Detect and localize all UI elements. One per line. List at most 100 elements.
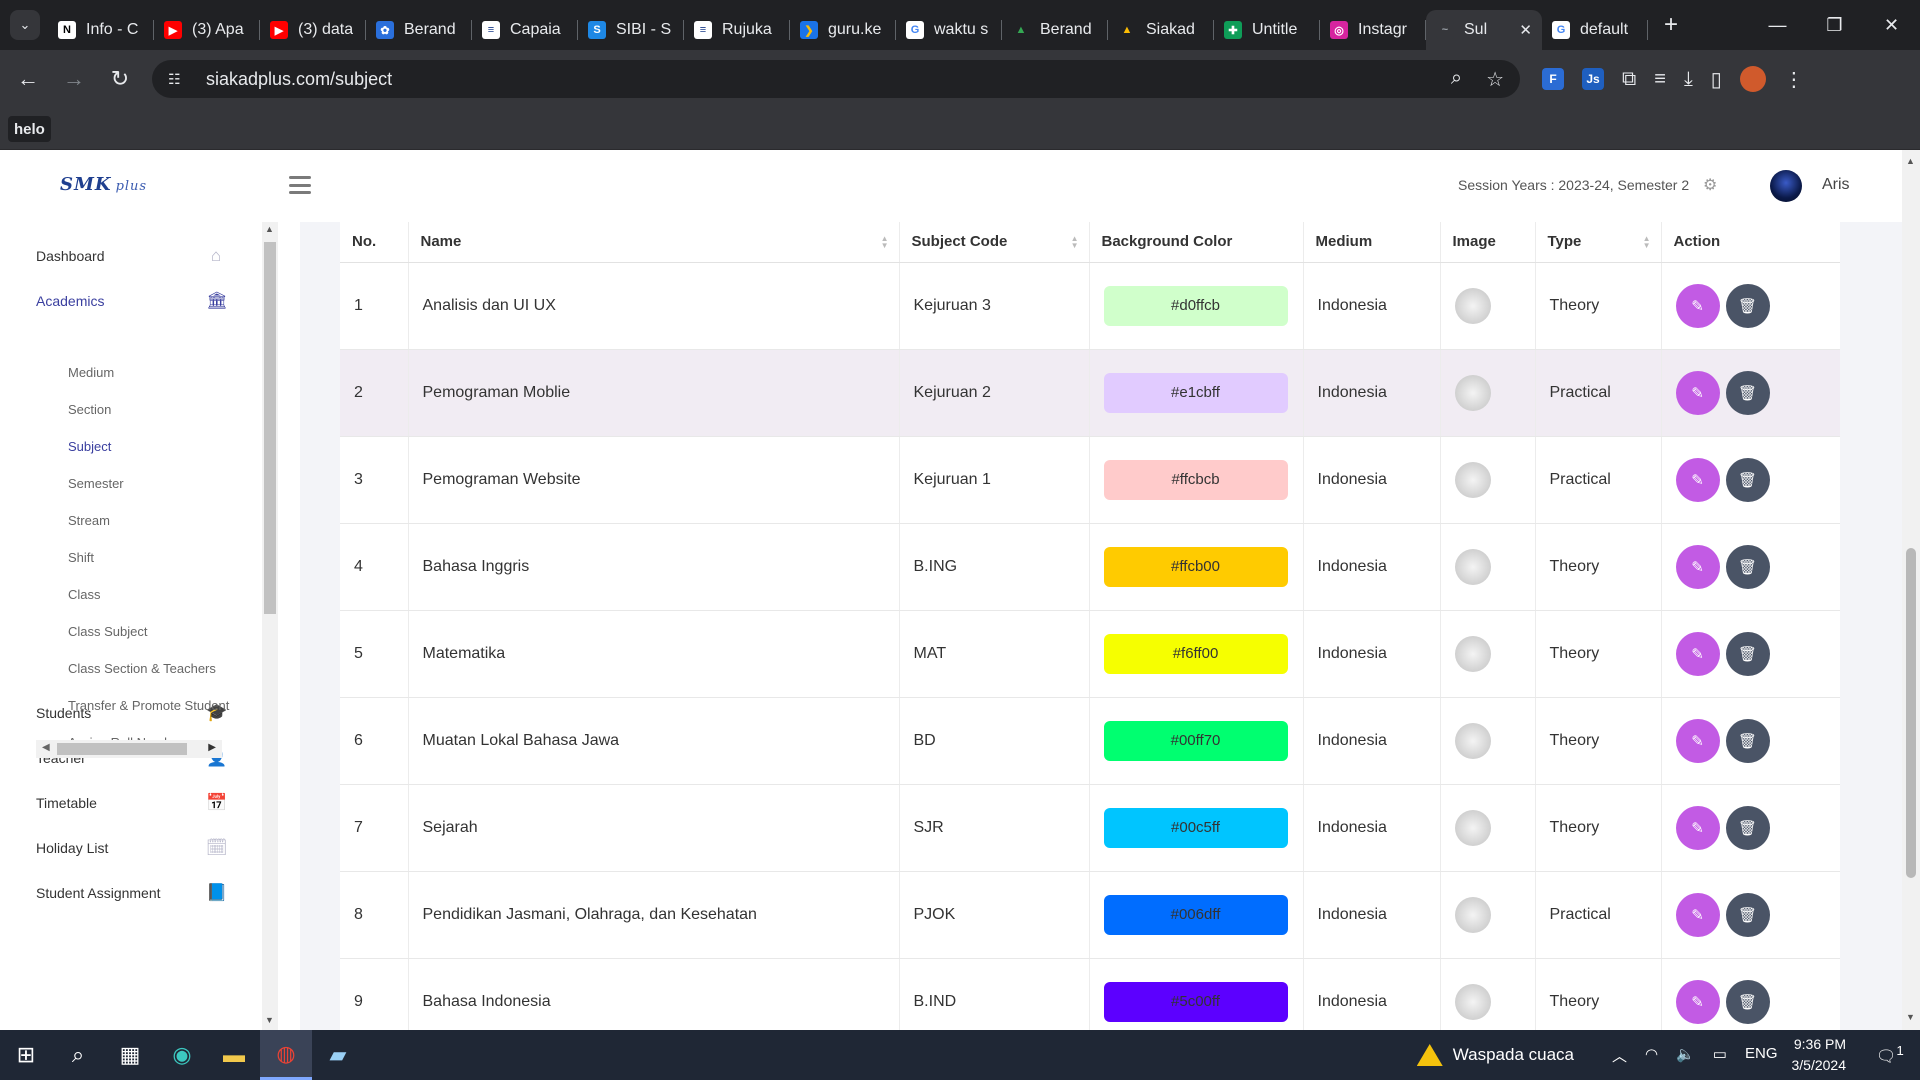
chrome-browser-icon[interactable]: ◍	[260, 1030, 312, 1080]
subject-image-thumbnail[interactable]	[1454, 809, 1491, 846]
tab-close-icon[interactable]: ✕	[1519, 21, 1532, 39]
submenu-item-section[interactable]: Section	[68, 402, 111, 417]
sidebar-item-student-assignment[interactable]: Student Assignment 📘	[36, 878, 227, 908]
browser-tab[interactable]: ≡ Capaia	[472, 10, 578, 50]
subject-image-thumbnail[interactable]	[1454, 461, 1491, 498]
submenu-item-medium[interactable]: Medium	[68, 365, 114, 380]
column-header-subject-code[interactable]: Subject Code ▲ ▼	[899, 222, 1090, 263]
zoom-icon[interactable]: ⌕	[1451, 67, 1462, 92]
sidebar-item-academics[interactable]: Academics 🏛	[36, 286, 228, 316]
subject-image-thumbnail[interactable]	[1454, 722, 1491, 759]
edit-button[interactable]: ✎	[1675, 544, 1720, 589]
edit-button[interactable]: ✎	[1675, 718, 1720, 763]
subject-image-thumbnail[interactable]	[1454, 983, 1491, 1020]
download-icon[interactable]: ⤓	[1684, 68, 1693, 91]
table-row[interactable]: 3 Pemograman Website Kejuruan 1 #ffcbcb Indo…	[340, 436, 1840, 524]
edge-browser-icon[interactable]: ◉	[156, 1030, 208, 1080]
task-view-icon[interactable]: ▦	[104, 1030, 156, 1080]
new-tab-button[interactable]: +	[1664, 11, 1678, 39]
profile-avatar[interactable]	[1739, 66, 1766, 92]
browser-tab[interactable]: ◎ Instagr	[1320, 10, 1426, 50]
sidebar-item-dashboard[interactable]: Dashboard ⌂	[36, 241, 226, 271]
extension-f-icon[interactable]: F	[1542, 68, 1564, 90]
submenu-item-transfer-promote-student[interactable]: Transfer & Promote Student	[68, 698, 229, 713]
language-indicator[interactable]: ENG	[1745, 1045, 1778, 1066]
browser-tab[interactable]: ≡ Rujuka	[684, 10, 790, 50]
user-avatar[interactable]	[1770, 170, 1802, 202]
table-row[interactable]: 9 Bahasa Indonesia B.IND #5c00ff Indonesia Th…	[340, 958, 1840, 1030]
column-header-type[interactable]: Type ▲ ▼	[1535, 222, 1662, 263]
table-row[interactable]: 5 Matematika MAT #f6ff00 Indonesia Theory ✎ 🗑	[340, 610, 1840, 698]
sort-icon[interactable]: ▲ ▼	[1643, 235, 1651, 250]
submenu-item-subject[interactable]: Subject	[68, 439, 111, 454]
bookmark-star-icon[interactable]: ☆	[1486, 67, 1504, 92]
address-bar[interactable]: ☷ siakadplus.com/subject ⌕ ☆	[152, 60, 1520, 98]
windows-start-icon[interactable]: ⊞	[0, 1030, 52, 1080]
media-control-icon[interactable]: ≡	[1654, 68, 1666, 91]
table-row[interactable]: 7 Sejarah SJR #00c5ff Indonesia Theory ✎ 🗑	[340, 784, 1840, 872]
forward-button[interactable]: →	[56, 66, 92, 92]
page-vertical-scrollbar[interactable]: ▲ ▼	[1902, 150, 1920, 1030]
extension-js-icon[interactable]: Js	[1582, 68, 1604, 90]
browser-tab[interactable]: ▲ Siakad	[1108, 10, 1214, 50]
file-explorer-icon[interactable]: ▬	[208, 1030, 260, 1080]
table-row[interactable]: 4 Bahasa Inggris B.ING #ffcb00 Indonesia Theo…	[340, 523, 1840, 611]
clock[interactable]: 9:36 PM 3/5/2024	[1792, 1034, 1847, 1076]
edit-button[interactable]: ✎	[1675, 892, 1720, 937]
submenu-item-stream[interactable]: Stream	[68, 513, 110, 528]
submenu-item-class[interactable]: Class	[68, 587, 101, 602]
sidebar-item-timetable[interactable]: Timetable 📅	[36, 788, 227, 818]
subject-image-thumbnail[interactable]	[1454, 287, 1491, 324]
browser-tab[interactable]: S SIBI - S	[578, 10, 684, 50]
search-icon[interactable]: ⌕	[52, 1030, 104, 1080]
restore-button[interactable]: ❐	[1806, 15, 1863, 36]
subject-image-thumbnail[interactable]	[1454, 548, 1491, 585]
sidebar-vertical-scrollbar[interactable]: ▲ ▼	[262, 222, 278, 1030]
sidebar-horizontal-scrollbar[interactable]: ◀ ▶	[36, 740, 222, 758]
sort-icon[interactable]: ▲ ▼	[1071, 235, 1079, 250]
chevron-up-icon[interactable]: ︿	[1612, 1045, 1627, 1066]
submenu-item-class-section-teachers[interactable]: Class Section & Teachers	[68, 661, 216, 676]
delete-button[interactable]: 🗑	[1725, 979, 1770, 1024]
tab-search-button[interactable]: ⌄	[10, 10, 40, 40]
table-row[interactable]: 2 Pemograman Moblie Kejuruan 2 #e1cbff Indon…	[340, 349, 1840, 437]
edit-button[interactable]: ✎	[1675, 979, 1720, 1024]
session-change-icon[interactable]: ⚙	[1703, 175, 1721, 195]
browser-tab[interactable]: ❯ guru.ke	[790, 10, 896, 50]
browser-tab[interactable]: ✚ Untitle	[1214, 10, 1320, 50]
subject-image-thumbnail[interactable]	[1454, 635, 1491, 672]
edit-button[interactable]: ✎	[1675, 283, 1720, 328]
extensions-puzzle-icon[interactable]: ⧉	[1622, 68, 1636, 91]
edit-button[interactable]: ✎	[1675, 631, 1720, 676]
volume-icon[interactable]: 🔈	[1676, 1045, 1695, 1066]
subject-image-thumbnail[interactable]	[1454, 896, 1491, 933]
browser-tab[interactable]: ▶ (3) data	[260, 10, 366, 50]
notification-icon[interactable]: 🗨1	[1876, 1043, 1910, 1066]
sidebar-item-holiday-list[interactable]: Holiday List 🗓	[36, 833, 228, 863]
submenu-item-class-subject[interactable]: Class Subject	[68, 624, 147, 639]
close-window-button[interactable]: ✕	[1863, 15, 1920, 36]
browser-tab[interactable]: ▲ Berand	[1002, 10, 1108, 50]
delete-button[interactable]: 🗑	[1725, 718, 1770, 763]
bookmark-item[interactable]: helo	[8, 116, 51, 142]
delete-button[interactable]: 🗑	[1725, 283, 1770, 328]
reload-button[interactable]: ↻	[102, 66, 138, 92]
app-logo[interactable]: SMK plus	[60, 174, 200, 200]
delete-button[interactable]: 🗑	[1725, 457, 1770, 502]
edit-button[interactable]: ✎	[1675, 457, 1720, 502]
submenu-item-shift[interactable]: Shift	[68, 550, 94, 565]
table-row[interactable]: 1 Analisis dan UI UX Kejuruan 3 #d0ffcb Indo…	[340, 262, 1840, 350]
sort-icon[interactable]: ▲ ▼	[881, 235, 889, 250]
browser-tab[interactable]: Gwaktu s	[896, 10, 1002, 50]
back-button[interactable]: ←	[10, 66, 46, 92]
delete-button[interactable]: 🗑	[1725, 370, 1770, 415]
edit-button[interactable]: ✎	[1675, 370, 1720, 415]
browser-tab[interactable]: ~ Sul ✕	[1426, 10, 1542, 50]
column-header-name[interactable]: Name ▲ ▼	[408, 222, 900, 263]
browser-tab[interactable]: N Info - C	[48, 10, 154, 50]
browser-tab[interactable]: ▶ (3) Apa	[154, 10, 260, 50]
table-row[interactable]: 6 Muatan Lokal Bahasa Jawa BD #00ff70 Indone…	[340, 697, 1840, 785]
site-info-icon[interactable]: ☷	[168, 71, 192, 88]
hamburger-menu-icon[interactable]	[289, 176, 311, 194]
browser-tab[interactable]: ✿ Berand	[366, 10, 472, 50]
